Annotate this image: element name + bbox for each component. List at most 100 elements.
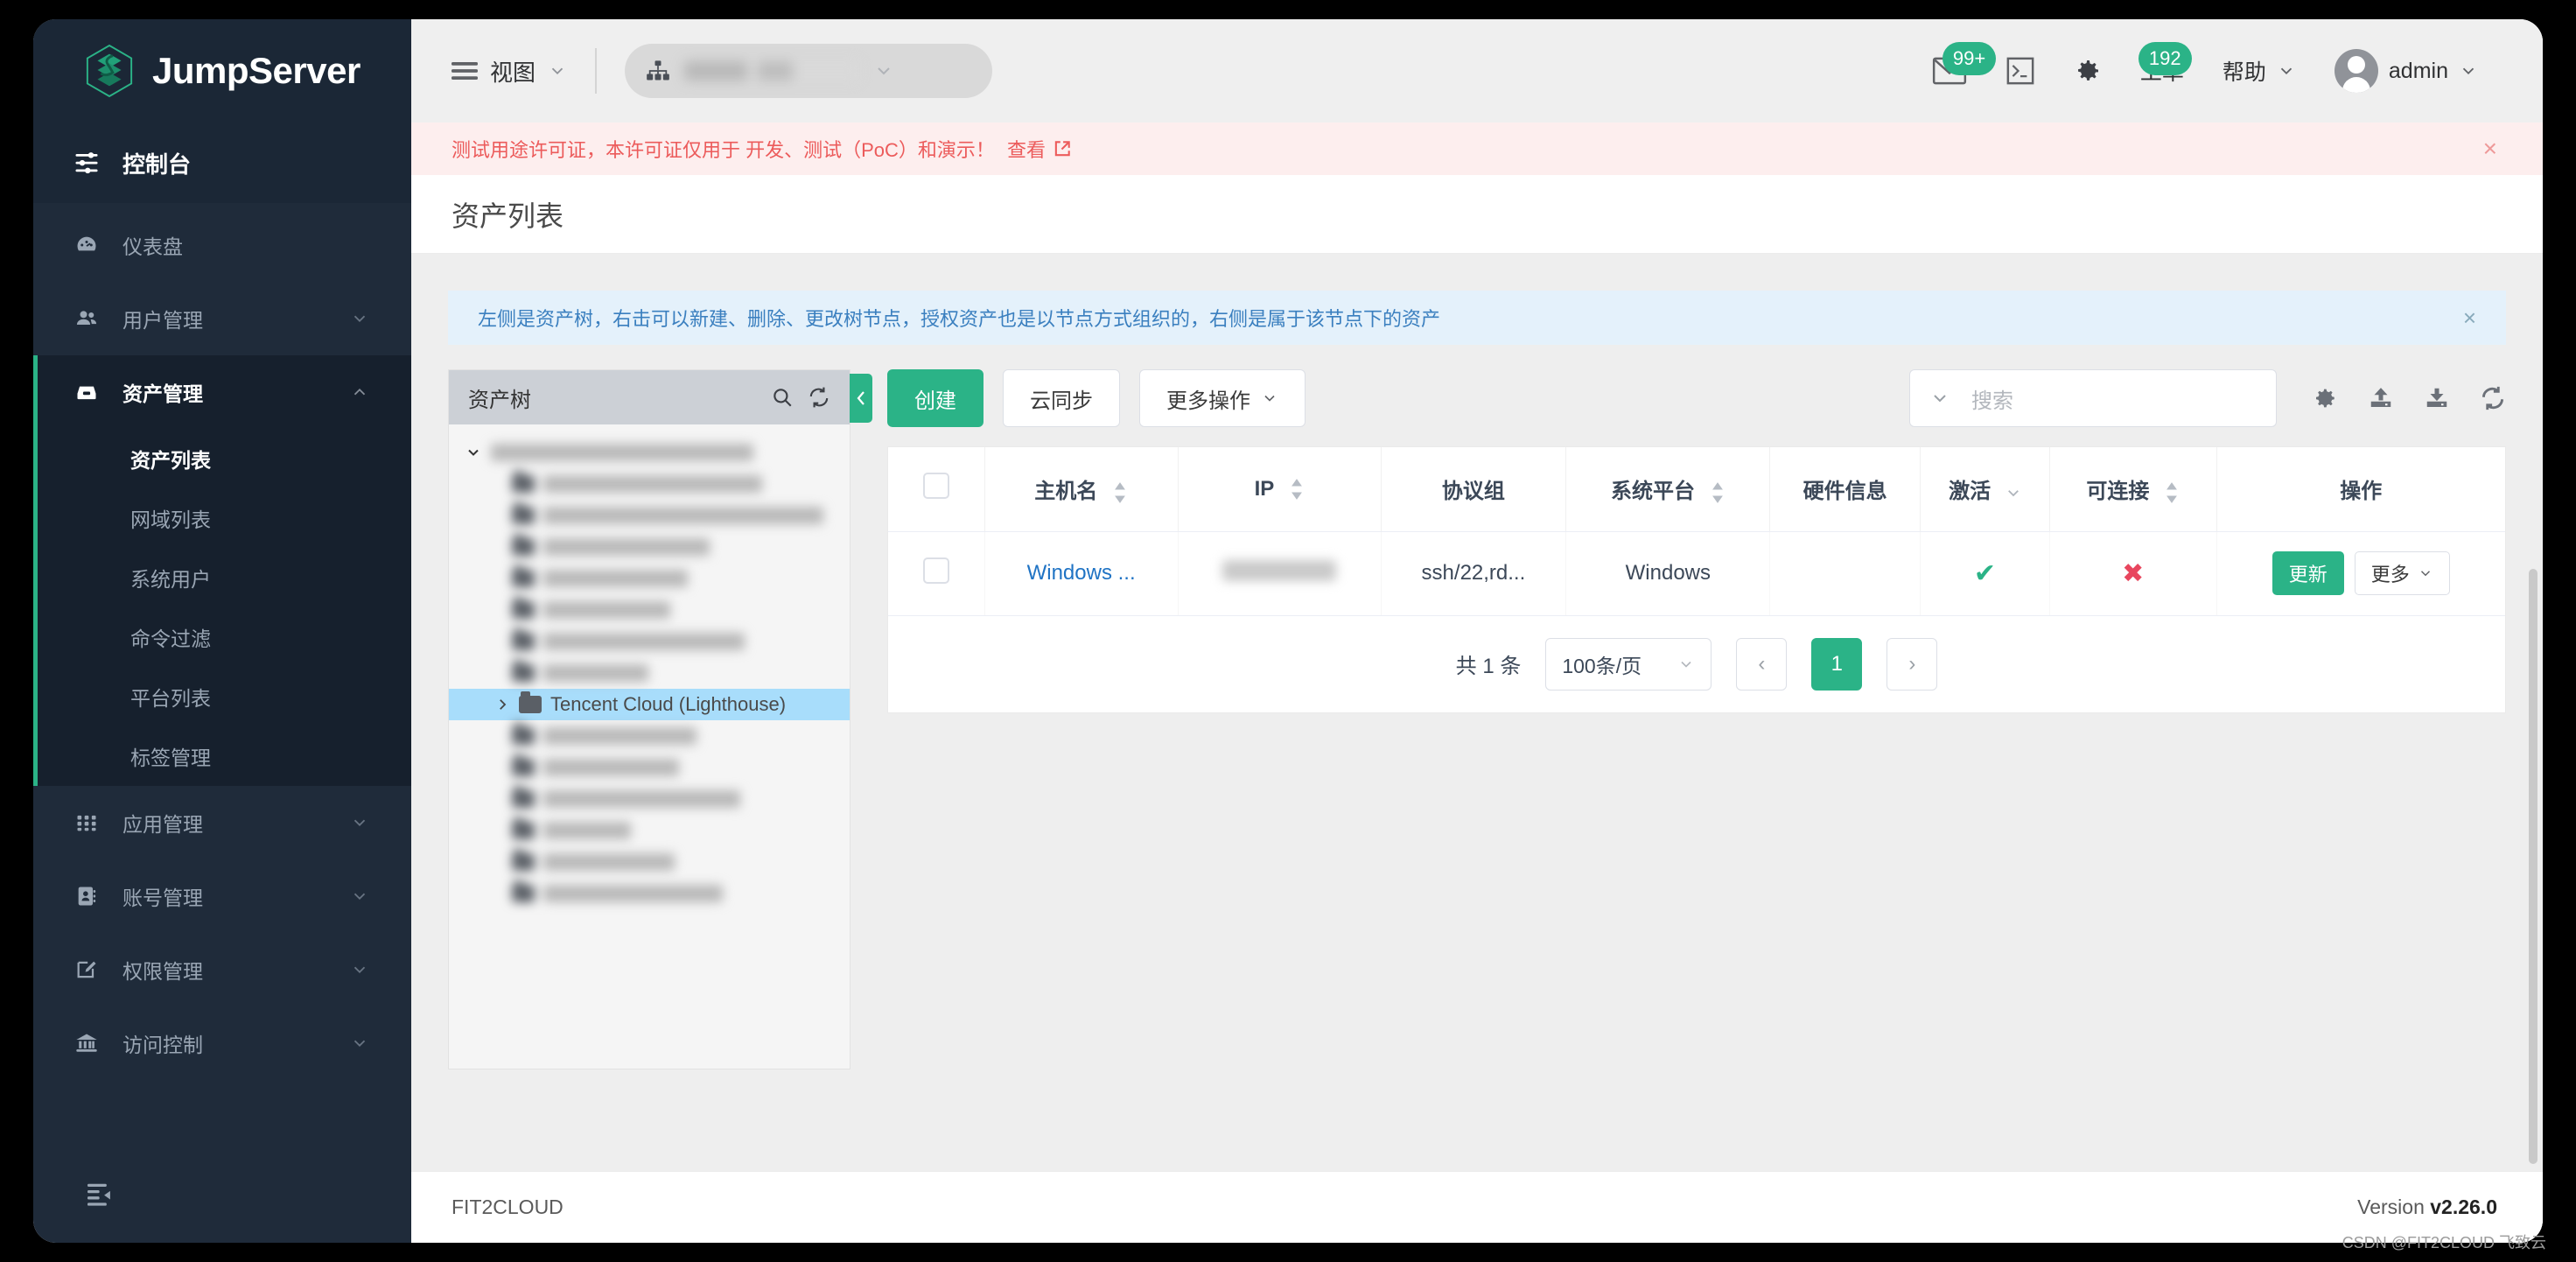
sidebar-collapse-button[interactable] bbox=[33, 1146, 411, 1243]
tree-item[interactable] bbox=[449, 531, 850, 563]
sidebar-item-applications[interactable]: 应用管理 bbox=[33, 786, 411, 859]
license-view-link[interactable]: 查看 bbox=[995, 135, 1072, 163]
terminal-button[interactable] bbox=[1986, 19, 2054, 123]
table-row: Windows ... ssh/22,rd... Windows ✔ ✖ 更新 … bbox=[888, 531, 2505, 616]
tree-item-selected[interactable]: Tencent Cloud (Lighthouse) bbox=[449, 689, 850, 720]
sidebar-item-assets[interactable]: 资产管理 bbox=[38, 355, 411, 429]
tree-item[interactable] bbox=[449, 594, 850, 626]
console-header[interactable]: 控制台 bbox=[33, 123, 411, 203]
page-size-select[interactable]: 100条/页 bbox=[1545, 637, 1712, 691]
tree-collapse-handle[interactable] bbox=[850, 374, 872, 423]
column-label: IP bbox=[1254, 476, 1274, 501]
asset-tree-title: 资产树 bbox=[468, 388, 531, 412]
tree-item[interactable] bbox=[449, 783, 850, 815]
active-check-icon: ✔ bbox=[1973, 558, 1997, 588]
hamburger-icon bbox=[452, 60, 478, 81]
sort-icon bbox=[1710, 481, 1726, 504]
sidebar-subitem-domain-list[interactable]: 网域列表 bbox=[38, 488, 411, 548]
sort-icon bbox=[1112, 481, 1128, 504]
total-count: 共 1 条 bbox=[1455, 655, 1522, 678]
sidebar-item-access-control[interactable]: 访问控制 bbox=[33, 1006, 411, 1080]
tree-item[interactable] bbox=[449, 720, 850, 752]
sidebar-item-permissions[interactable]: 权限管理 bbox=[33, 933, 411, 1006]
page-header: 资产列表 bbox=[411, 175, 2543, 254]
sidebar-subitem-label-manage[interactable]: 标签管理 bbox=[38, 726, 411, 786]
update-button[interactable]: 更新 bbox=[2272, 551, 2344, 595]
gear-icon[interactable] bbox=[2312, 385, 2338, 411]
tip-text: 左侧是资产树，右击可以新建、删除、更改树节点，授权资产也是以节点方式组织的，右侧… bbox=[478, 308, 1441, 330]
column-active[interactable]: 激活 bbox=[1920, 447, 2050, 532]
tree-item[interactable] bbox=[449, 500, 850, 531]
gear-icon bbox=[2074, 57, 2102, 85]
sidebar-item-accounts[interactable]: 账号管理 bbox=[33, 859, 411, 933]
cell-actions: 更新 更多 bbox=[2216, 531, 2505, 616]
work-area: 资产树 Tencent Cloud (Lighthouse) 创建 云同步 更多… bbox=[448, 369, 2506, 1069]
next-page-button[interactable]: › bbox=[1886, 637, 1938, 691]
sidebar-subitem-command-filter[interactable]: 命令过滤 bbox=[38, 607, 411, 667]
tree-item[interactable] bbox=[449, 752, 850, 783]
tree-item[interactable] bbox=[449, 468, 850, 500]
search-input[interactable]: 搜索 bbox=[1909, 369, 2277, 427]
sidebar-item-dashboard[interactable]: 仪表盘 bbox=[33, 208, 411, 282]
search-icon[interactable] bbox=[771, 386, 794, 409]
refresh-icon[interactable] bbox=[2480, 385, 2506, 411]
user-menu[interactable]: admin bbox=[2315, 19, 2497, 123]
tree-item[interactable] bbox=[449, 626, 850, 657]
hostname-link[interactable]: Windows ... bbox=[1027, 561, 1136, 585]
prev-page-button[interactable]: ‹ bbox=[1736, 637, 1788, 691]
column-connectable[interactable]: 可连接 bbox=[2049, 447, 2217, 532]
sliders-icon bbox=[74, 150, 100, 176]
tree-item-label-redacted bbox=[543, 475, 762, 493]
select-all-checkbox[interactable] bbox=[922, 473, 949, 500]
column-hardware: 硬件信息 bbox=[1769, 447, 1921, 532]
page-1-button[interactable]: 1 bbox=[1811, 637, 1863, 691]
search-area: 搜索 bbox=[1909, 369, 2506, 427]
license-close-button[interactable]: × bbox=[2483, 137, 2497, 161]
sidebar-subitem-platform-list[interactable]: 平台列表 bbox=[38, 667, 411, 726]
tree-item[interactable] bbox=[449, 878, 850, 909]
sidebar-item-label: 访问控制 bbox=[122, 1034, 203, 1056]
sidebar-subitem-asset-list[interactable]: 资产列表 bbox=[38, 429, 411, 488]
sidebar-subitem-system-users[interactable]: 系统用户 bbox=[38, 548, 411, 607]
more-operations-button[interactable]: 更多操作 bbox=[1139, 369, 1306, 427]
tree-item[interactable] bbox=[449, 815, 850, 846]
create-button[interactable]: 创建 bbox=[887, 369, 984, 427]
download-icon[interactable] bbox=[2424, 385, 2450, 411]
row-more-button[interactable]: 更多 bbox=[2354, 551, 2450, 595]
more-operations-label: 更多操作 bbox=[1166, 389, 1250, 413]
version-number: v2.26.0 bbox=[2430, 1195, 2497, 1218]
tip-close-button[interactable]: × bbox=[2463, 305, 2476, 332]
tickets-button[interactable]: 192 工单 bbox=[2121, 19, 2203, 123]
row-checkbox[interactable] bbox=[922, 557, 949, 584]
tree-item[interactable] bbox=[449, 846, 850, 878]
column-platform[interactable]: 系统平台 bbox=[1565, 447, 1771, 532]
tree-item[interactable] bbox=[449, 657, 850, 689]
sort-icon bbox=[1289, 478, 1305, 501]
help-menu[interactable]: 帮助 bbox=[2203, 19, 2315, 123]
column-label: 主机名 bbox=[1034, 480, 1098, 504]
ip-value-redacted bbox=[1222, 559, 1337, 581]
organization-select[interactable] bbox=[625, 44, 993, 98]
sidebar-subitem-label: 系统用户 bbox=[130, 568, 211, 591]
brand-name: JumpServer bbox=[152, 50, 360, 91]
sidebar-item-users[interactable]: 用户管理 bbox=[33, 282, 411, 355]
jumpserver-logo-icon bbox=[84, 44, 135, 98]
view-switcher[interactable]: 视图 bbox=[452, 55, 567, 88]
tree-root-row[interactable] bbox=[449, 437, 850, 468]
tree-item-label-redacted bbox=[543, 759, 679, 776]
folder-icon bbox=[512, 786, 535, 808]
column-hostname[interactable]: 主机名 bbox=[984, 447, 1179, 532]
column-ip[interactable]: IP bbox=[1178, 447, 1382, 532]
column-label: 激活 bbox=[1949, 480, 1992, 504]
chevron-down-icon bbox=[350, 309, 369, 328]
brand-logo[interactable]: JumpServer bbox=[33, 19, 411, 123]
tree-item[interactable] bbox=[449, 563, 850, 594]
messages-button[interactable]: 99+ bbox=[1913, 19, 1997, 123]
chevron-down-icon bbox=[2459, 61, 2478, 81]
upload-icon[interactable] bbox=[2368, 385, 2394, 411]
access-control-icon bbox=[74, 1030, 100, 1056]
refresh-icon[interactable] bbox=[808, 386, 830, 409]
content-scrollbar[interactable] bbox=[2529, 569, 2538, 1164]
cloud-sync-button[interactable]: 云同步 bbox=[1003, 369, 1120, 427]
settings-button[interactable] bbox=[2054, 19, 2121, 123]
